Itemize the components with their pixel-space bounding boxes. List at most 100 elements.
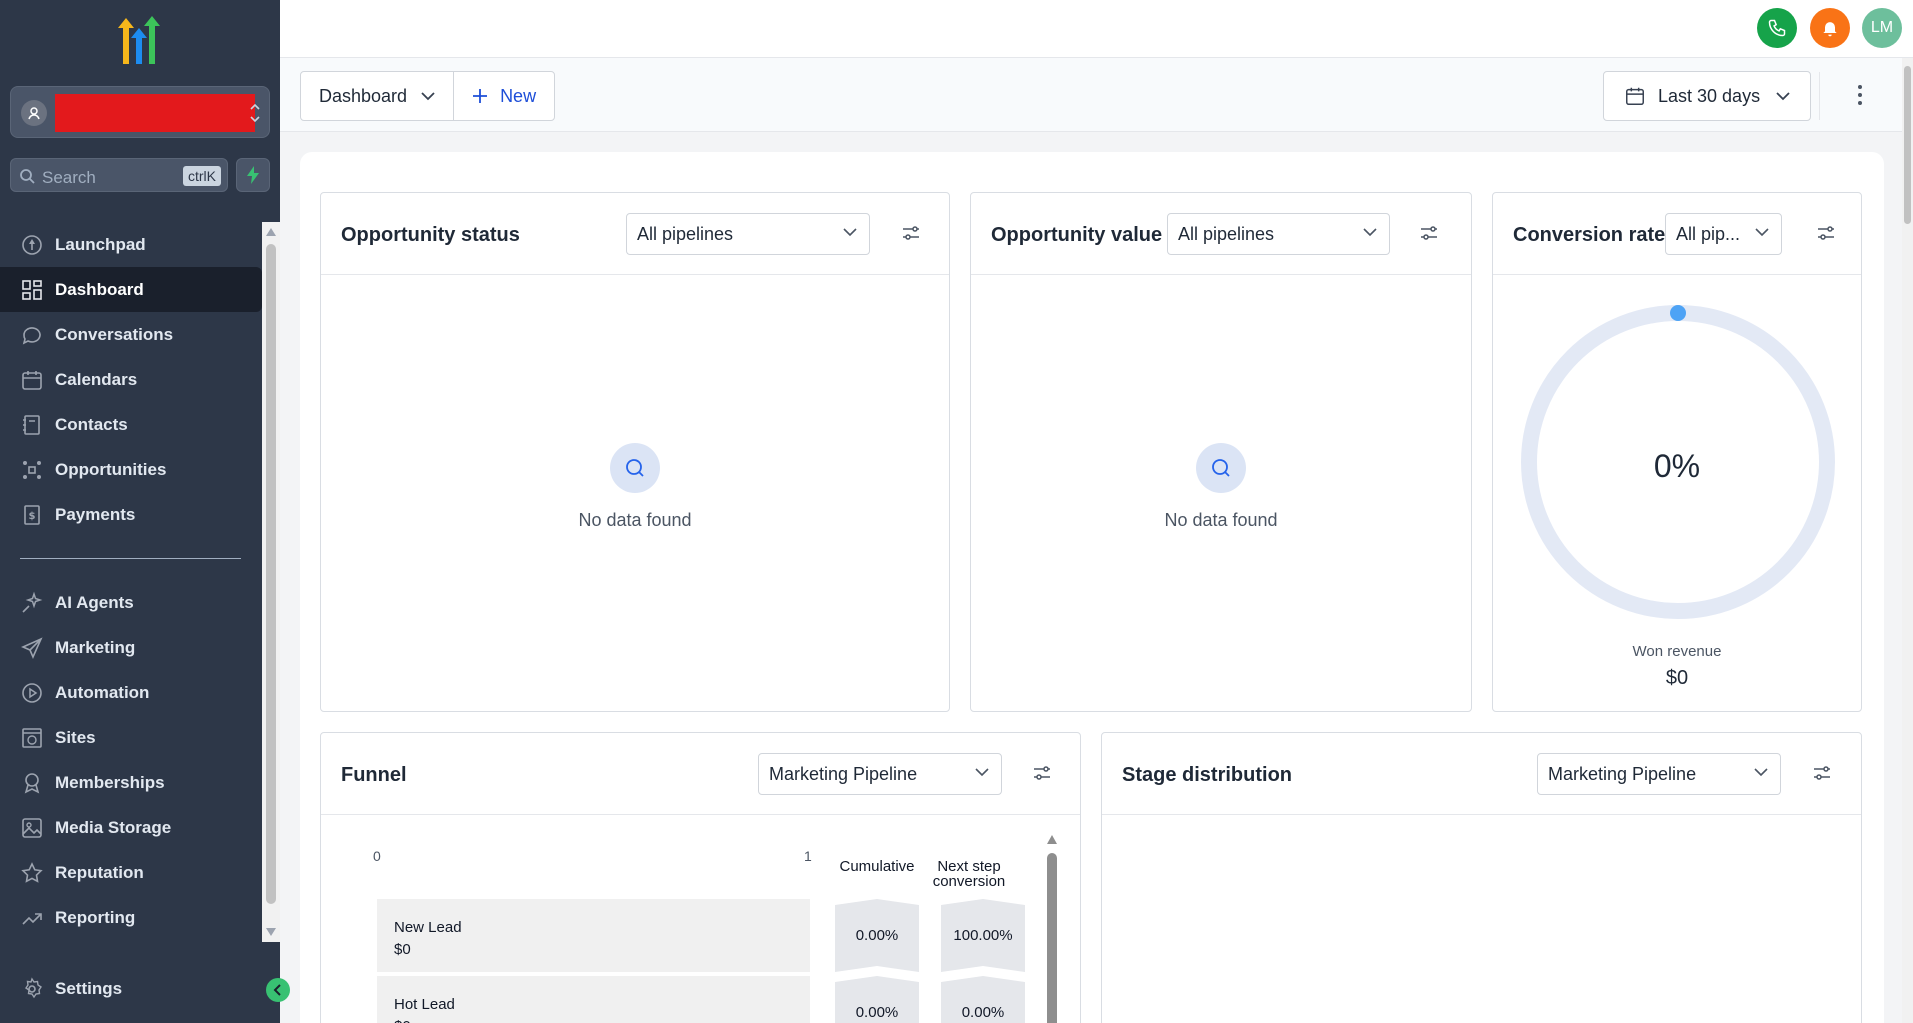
filter-settings-icon[interactable] [902, 225, 920, 241]
calendar-icon [1626, 87, 1644, 105]
funnel-axis-max: 1 [804, 848, 812, 864]
date-range-picker[interactable]: Last 30 days [1603, 71, 1811, 121]
globe-window-icon [22, 727, 42, 748]
scrollbar-thumb[interactable] [1047, 853, 1057, 1023]
sidebar-item-memberships[interactable]: Memberships [0, 760, 262, 805]
card-title: Funnel [341, 764, 407, 786]
sidebar-item-launchpad[interactable]: Launchpad [0, 222, 262, 267]
sidebar-item-payments[interactable]: $ Payments [0, 492, 262, 537]
sidebar-divider [20, 558, 241, 559]
sidebar-item-label: Calendars [55, 369, 138, 389]
sidebar-item-automation[interactable]: Automation [0, 670, 262, 715]
new-button-label: New [500, 85, 537, 106]
empty-state-text: No data found [578, 510, 692, 530]
notifications-button[interactable] [1810, 8, 1850, 48]
app-logo[interactable] [112, 16, 168, 66]
scrollbar-thumb[interactable] [266, 244, 276, 904]
user-avatar[interactable]: LM [1862, 8, 1902, 48]
sidebar-item-conversations[interactable]: Conversations [0, 312, 262, 357]
sidebar-item-label: Conversations [55, 324, 174, 344]
filter-settings-icon[interactable] [1817, 225, 1835, 241]
stage-name: Hot Lead [394, 996, 455, 1013]
search-icon [20, 169, 35, 184]
card-header: Stage distribution Marketing Pipeline [1102, 733, 1861, 815]
won-revenue-value: $0 [1665, 667, 1689, 689]
phone-icon [1768, 19, 1786, 37]
empty-state: No data found [321, 443, 949, 531]
next-step-header-line2: conversion [932, 873, 1006, 890]
won-revenue-label: Won revenue [1632, 643, 1722, 660]
select-value: All pipelines [637, 223, 734, 244]
pipeline-select[interactable]: All pipelines [1167, 213, 1390, 255]
scroll-up-arrow-icon[interactable] [1047, 835, 1057, 844]
sidebar-item-label: Sites [55, 727, 96, 747]
dashboard-toolbar: Dashboard New Last 30 days [280, 58, 1902, 132]
date-range-label: Last 30 days [1658, 85, 1761, 106]
scrollbar-thumb[interactable] [1904, 66, 1911, 224]
sidebar-item-reputation[interactable]: Reputation [0, 850, 262, 895]
cumulative-header: Cumulative [839, 858, 915, 875]
search-input[interactable]: Search ctrlK [10, 158, 228, 192]
page-scrollbar[interactable] [1902, 58, 1913, 1023]
sidebar-item-dashboard[interactable]: Dashboard [0, 267, 262, 312]
dashboard-select-label: Dashboard [319, 85, 408, 106]
account-switcher[interactable] [10, 86, 270, 138]
filter-settings-icon[interactable] [1813, 765, 1831, 781]
sidebar-item-label: AI Agents [55, 592, 134, 612]
dashboard-content: Opportunity status All pipelines No data… [300, 152, 1884, 1023]
image-icon [22, 817, 42, 838]
funnel-scrollbar[interactable] [1046, 835, 1058, 1023]
card-title: Opportunity status [341, 224, 520, 246]
sidebar-item-media-storage[interactable]: Media Storage [0, 805, 262, 850]
sidebar-item-label: Dashboard [55, 279, 144, 299]
phone-button[interactable] [1757, 8, 1797, 48]
sidebar-item-label: Reputation [55, 862, 144, 882]
sidebar-item-label: Media Storage [55, 817, 172, 837]
calendar-icon [22, 370, 42, 390]
sidebar-item-contacts[interactable]: Contacts [0, 402, 262, 447]
sidebar-scrollbar[interactable] [262, 222, 280, 942]
gauge-marker [1670, 305, 1686, 321]
sidebar-item-opportunities[interactable]: Opportunities [0, 447, 262, 492]
scroll-up-arrow-icon[interactable] [266, 228, 276, 236]
card-header: Conversion rate All pip... [1493, 193, 1861, 275]
funnel-stage-row[interactable]: Hot Lead $0 [377, 976, 810, 1023]
funnel-card: Funnel Marketing Pipeline 0 1 Cumulative… [320, 732, 1081, 1023]
sidebar-nav-primary: Launchpad Dashboard Conversations Calend… [0, 222, 262, 537]
pipeline-select[interactable]: Marketing Pipeline [1537, 753, 1781, 795]
sidebar-item-marketing[interactable]: Marketing [0, 625, 262, 670]
quick-action-button[interactable] [236, 158, 270, 192]
sidebar-item-reporting[interactable]: Reporting [0, 895, 262, 940]
filter-settings-icon[interactable] [1420, 225, 1438, 241]
address-book-icon [23, 414, 40, 435]
pipeline-select[interactable]: All pip... [1665, 213, 1782, 255]
chevron-down-icon [843, 228, 857, 237]
select-value: Marketing Pipeline [1548, 763, 1697, 784]
payments-icon: $ [24, 504, 40, 525]
account-name-redacted [55, 94, 255, 132]
funnel-stage-row[interactable]: New Lead $0 [377, 899, 810, 972]
filter-settings-icon[interactable] [1033, 765, 1051, 781]
search-shortcut-badge: ctrlK [183, 166, 221, 186]
more-options-icon[interactable] [1857, 84, 1863, 106]
next-step-header-line1: Next step [937, 858, 1001, 875]
scroll-down-arrow-icon[interactable] [266, 928, 276, 936]
chevron-left-icon [273, 984, 281, 996]
sidebar-item-settings[interactable]: Settings [0, 966, 262, 1011]
play-circle-icon [22, 682, 42, 703]
bell-icon [1823, 22, 1837, 37]
pipeline-select[interactable]: All pipelines [626, 213, 870, 255]
pipeline-select[interactable]: Marketing Pipeline [758, 753, 1002, 795]
sidebar-item-calendars[interactable]: Calendars [0, 357, 262, 402]
chevron-down-icon [1363, 228, 1377, 237]
rocket-icon [22, 234, 42, 255]
paper-plane-icon [21, 636, 43, 659]
empty-state-text: No data found [1164, 510, 1278, 530]
sidebar-item-ai-agents[interactable]: AI Agents [0, 580, 262, 625]
trend-line-icon [22, 912, 42, 925]
new-dashboard-button[interactable]: New [453, 72, 554, 120]
sparkle-icon [22, 591, 43, 613]
collapse-sidebar-button[interactable] [266, 978, 290, 1002]
dashboard-select[interactable]: Dashboard [301, 72, 453, 120]
sidebar-item-sites[interactable]: Sites [0, 715, 262, 760]
